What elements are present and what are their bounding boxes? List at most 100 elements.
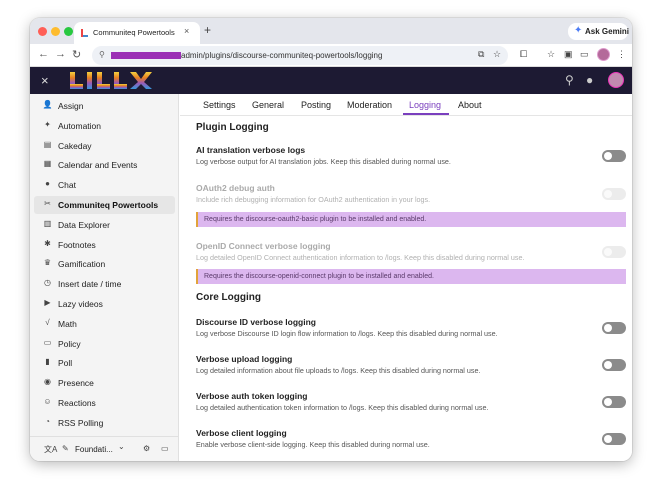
bookmark-star-icon[interactable]: ☆ bbox=[493, 49, 501, 60]
site-logo[interactable] bbox=[68, 69, 152, 92]
file-icon: ▭ bbox=[43, 337, 52, 347]
sidebar-item-label: Data Explorer bbox=[58, 219, 110, 230]
gear-icon[interactable]: ⚙ bbox=[143, 444, 150, 453]
reload-icon[interactable]: ↻ bbox=[72, 48, 81, 61]
sidebar-item-footnotes[interactable]: ✱ Footnotes bbox=[34, 236, 175, 254]
toggle-oauth2 bbox=[602, 188, 626, 200]
address-bar[interactable]: ⚲ admin/plugins/discourse-communiteq-pow… bbox=[92, 46, 508, 65]
sidebar-item-label: Lazy videos bbox=[58, 299, 103, 309]
active-tab-indicator bbox=[403, 113, 449, 115]
profile-avatar[interactable] bbox=[597, 48, 610, 61]
tab-logging[interactable]: Logging bbox=[409, 100, 441, 110]
redacted-domain bbox=[111, 52, 181, 59]
install-app-icon[interactable]: ⧉ bbox=[478, 49, 484, 60]
site-info-icon[interactable]: ⚲ bbox=[99, 50, 105, 59]
user-plus-icon: 👤 bbox=[42, 100, 53, 109]
back-arrow-icon[interactable]: ← bbox=[38, 48, 49, 60]
close-admin-icon[interactable]: × bbox=[41, 73, 49, 88]
setting-desc-client: Enable verbose client-side logging. Keep… bbox=[196, 440, 430, 449]
toggle-knob bbox=[604, 152, 612, 160]
sidebar-item-label: Footnotes bbox=[58, 239, 96, 250]
browser-tab[interactable]: Communiteq Powertools - Pl × bbox=[74, 22, 200, 44]
sidebar-item-label: Gamification bbox=[58, 259, 106, 270]
bar-chart-icon: ▮ bbox=[45, 357, 50, 367]
toggle-auth-token[interactable] bbox=[602, 396, 626, 408]
sidebar-item-math[interactable]: √ Math bbox=[34, 315, 175, 333]
sidebar-item-poll[interactable]: ▮ Poll bbox=[34, 354, 175, 372]
play-icon: ▶ bbox=[44, 298, 51, 307]
ask-gemini-button[interactable]: ✦ Ask Gemini bbox=[568, 23, 630, 40]
close-window-button[interactable] bbox=[38, 27, 47, 36]
theme-selector[interactable]: Foundati... bbox=[75, 445, 113, 454]
user-avatar[interactable] bbox=[608, 72, 624, 88]
toggle-knob bbox=[604, 324, 612, 332]
sidebar-item-label: Assign bbox=[58, 101, 84, 111]
toggle-knob bbox=[604, 361, 612, 369]
sidebar-item-communiteq-powertools[interactable]: ✂ Communiteq Powertools bbox=[34, 196, 175, 214]
clock-icon: ◷ bbox=[44, 278, 51, 288]
tab-close-icon[interactable]: × bbox=[184, 26, 189, 36]
sidebar-item-data-explorer[interactable]: ▥ Data Explorer bbox=[34, 216, 175, 234]
sidebar-item-label: Policy bbox=[58, 338, 81, 349]
notice-oauth2: Requires the discourse-oauth2-basic plug… bbox=[196, 212, 626, 227]
notice-text-openid: Requires the discourse-openid-connect pl… bbox=[204, 273, 434, 280]
tab-general[interactable]: General bbox=[252, 100, 284, 110]
sidebar-item-label: Communiteq Powertools bbox=[58, 200, 159, 210]
sidebar-item-presence[interactable]: ◉ Presence bbox=[34, 374, 175, 392]
setting-desc-upload: Log detailed information about file uplo… bbox=[196, 366, 481, 375]
keyboard-icon[interactable]: ▭ bbox=[161, 444, 169, 453]
sidebar-item-rss-polling[interactable]: ◔ RSS Polling bbox=[34, 414, 175, 432]
sidebar-item-insert-date-time[interactable]: ◷ Insert date / time bbox=[34, 275, 175, 293]
database-icon: ▥ bbox=[43, 218, 52, 228]
people-icon: ☺ bbox=[43, 397, 52, 406]
sidebar-item-label: Reactions bbox=[58, 398, 96, 408]
sidebar-item-assign[interactable]: 👤 Assign bbox=[34, 97, 175, 115]
ask-gemini-label: Ask Gemini bbox=[585, 27, 630, 36]
sidebar-item-policy[interactable]: ▭ Policy bbox=[34, 335, 175, 353]
trophy-icon: ♛ bbox=[43, 258, 52, 268]
tab-strip: Communiteq Powertools - Pl × + ✦ Ask Gem… bbox=[30, 18, 632, 44]
section-title-core-logging: Core Logging bbox=[196, 292, 261, 303]
chat-icon: ● bbox=[45, 179, 50, 189]
tab-about[interactable]: About bbox=[458, 100, 482, 110]
new-tab-button[interactable]: + bbox=[204, 23, 211, 37]
setting-desc-ai-translation: Log verbose output for AI translation jo… bbox=[196, 157, 451, 166]
chat-bubble-icon[interactable]: ● bbox=[586, 73, 593, 87]
sidebar-item-lazy-videos[interactable]: ▶ Lazy videos bbox=[34, 295, 175, 313]
sidebar-item-gamification[interactable]: ♛ Gamification bbox=[34, 255, 175, 273]
brush-icon[interactable]: ✎ bbox=[62, 444, 69, 453]
maximize-window-button[interactable] bbox=[64, 27, 73, 36]
side-panel-icon[interactable]: ▣ bbox=[564, 49, 573, 60]
browser-window: Communiteq Powertools - Pl × + ✦ Ask Gem… bbox=[30, 18, 632, 461]
sidebar-item-chat[interactable]: ● Chat bbox=[34, 176, 175, 194]
sidebar-item-calendar-and-events[interactable]: ▦ Calendar and Events bbox=[34, 156, 175, 174]
tab-moderation[interactable]: Moderation bbox=[347, 100, 392, 110]
sidebar-item-automation[interactable]: ✦ Automation bbox=[34, 117, 175, 135]
main-content: Settings General Posting Moderation Logg… bbox=[180, 94, 632, 461]
extensions-icon[interactable]: ⧠ bbox=[520, 49, 527, 60]
toggle-ai-translation[interactable] bbox=[602, 150, 626, 162]
sidebar-item-reactions[interactable]: ☺ Reactions bbox=[34, 394, 175, 412]
sidebar-item-label: RSS Polling bbox=[58, 417, 104, 428]
section-title-plugin-logging: Plugin Logging bbox=[196, 122, 269, 133]
forward-arrow-icon[interactable]: → bbox=[55, 48, 66, 60]
tab-posting[interactable]: Posting bbox=[301, 100, 331, 110]
search-icon[interactable]: ⚲ bbox=[565, 73, 574, 87]
chevron-down-icon[interactable]: ⌄ bbox=[118, 442, 125, 451]
toggle-upload[interactable] bbox=[602, 359, 626, 371]
translate-icon[interactable]: 文A bbox=[44, 444, 57, 455]
toggle-discourse-id[interactable] bbox=[602, 322, 626, 334]
setting-title-openid: OpenID Connect verbose logging bbox=[196, 241, 331, 251]
admin-sidebar: 👤 Assign ✦ Automation ▤ Cakeday ▦ Calendar and … bbox=[30, 94, 179, 461]
tab-settings[interactable]: Settings bbox=[203, 100, 236, 110]
square-root-icon: √ bbox=[45, 317, 50, 327]
setting-title-ai-translation: AI translation verbose logs bbox=[196, 145, 306, 155]
reading-list-icon[interactable]: ☆ bbox=[547, 49, 555, 60]
toggle-client[interactable] bbox=[602, 433, 626, 445]
gemini-sparkle-icon: ✦ bbox=[574, 25, 583, 36]
tab-title: Communiteq Powertools - Pl bbox=[93, 28, 177, 37]
minimize-window-button[interactable] bbox=[51, 27, 60, 36]
sidebar-item-cakeday[interactable]: ▤ Cakeday bbox=[34, 137, 175, 155]
downloads-icon[interactable]: ▭ bbox=[580, 49, 589, 60]
menu-kebab-icon[interactable]: ⋮ bbox=[617, 49, 626, 60]
